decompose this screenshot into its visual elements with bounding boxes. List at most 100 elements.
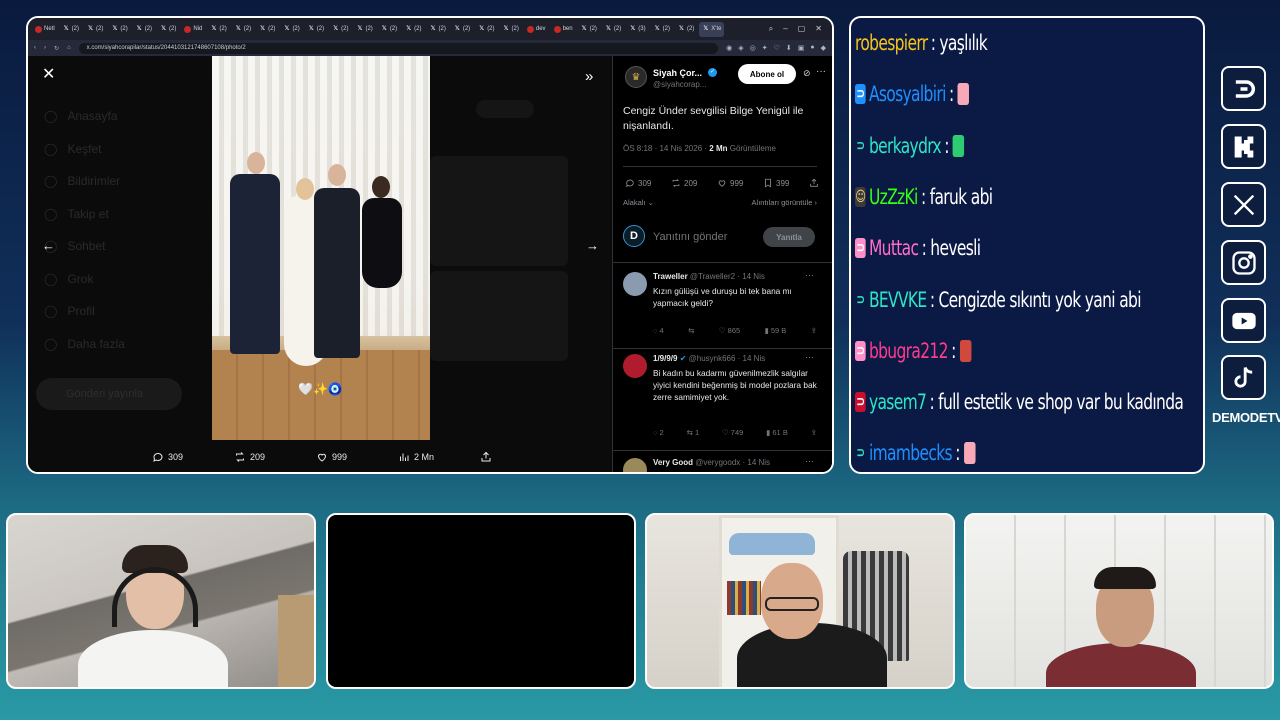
grok-icon[interactable]: ⊘ xyxy=(803,68,811,79)
tweet-views-label: Görüntüleme xyxy=(727,144,776,153)
like-action[interactable]: ♡ 749 xyxy=(722,428,743,437)
like-stat[interactable]: 999 xyxy=(717,178,743,188)
browser-tab[interactable]: 𝕏 (2) xyxy=(378,22,400,37)
profile-icon[interactable]: ● xyxy=(810,44,814,52)
browser-tab[interactable]: 𝕏 (2) xyxy=(353,22,375,37)
share-icon[interactable]: ⇪ xyxy=(811,428,817,437)
x-logo-icon: 𝕏 xyxy=(479,25,485,32)
repost-stat[interactable]: 209 xyxy=(671,178,697,188)
maximize-icon[interactable]: ▢ xyxy=(798,24,806,34)
browser-tab[interactable]: 𝕏 (2) xyxy=(578,22,600,37)
author-avatar[interactable]: ♛ xyxy=(625,66,647,88)
browser-tab[interactable]: 𝕏 (2) xyxy=(256,22,278,37)
reply-item[interactable]: Traweller @Traweller2 · 14 Nis ··· Kızın… xyxy=(623,270,819,344)
extension-icon[interactable]: ▣ xyxy=(798,44,805,52)
browser-tab[interactable]: 𝕏 (2) xyxy=(402,22,424,37)
relevance-dropdown[interactable]: Alakalı ⌄ xyxy=(623,198,654,207)
like-action[interactable]: 999 xyxy=(316,451,347,463)
repost-action[interactable]: ⇆ xyxy=(688,326,694,335)
browser-tab[interactable]: 𝕏 (2) xyxy=(475,22,497,37)
user-avatar-icon: ☺ xyxy=(855,186,866,207)
browser-tab[interactable]: 𝕏 (2) xyxy=(60,22,82,37)
next-photo-arrow-icon[interactable]: → xyxy=(586,238,599,253)
browser-tab[interactable]: dev xyxy=(524,22,549,37)
reply-action[interactable]: 309 xyxy=(152,451,183,463)
browser-tab[interactable]: Nid xyxy=(181,22,205,37)
browser-tab[interactable]: Netl xyxy=(32,22,58,37)
browser-tab[interactable]: 𝕏 (2) xyxy=(280,22,302,37)
like-action[interactable]: ♡ 865 xyxy=(719,326,740,335)
reply-author-name[interactable]: 1/9/9/9 xyxy=(653,354,677,363)
extension-icon[interactable]: ◈ xyxy=(738,44,743,52)
reload-icon[interactable]: ↻ xyxy=(54,45,59,52)
reply-avatar[interactable] xyxy=(623,354,647,378)
browser-tab[interactable]: 𝕏 (2) xyxy=(329,22,351,37)
browser-tab[interactable]: 𝕏 (2) xyxy=(427,22,449,37)
reply-avatar[interactable] xyxy=(623,272,647,296)
browser-tab[interactable]: 𝕏 (2) xyxy=(232,22,254,37)
tweet-time: ÖS 8:18 · 14 Nis 2026 · xyxy=(623,144,710,153)
url-field[interactable]: x.com/siyahcorapilar/status/204410312174… xyxy=(78,42,719,54)
browser-tab[interactable]: 𝕏 (2) xyxy=(207,22,229,37)
ai-icon[interactable]: ◆ xyxy=(821,44,826,52)
browser-tab[interactable]: 𝕏 (2) xyxy=(500,22,522,37)
home-icon[interactable]: ⌂ xyxy=(67,45,71,51)
extension-icon[interactable]: ◉ xyxy=(726,44,732,52)
extension-icon[interactable]: ✦ xyxy=(762,44,768,52)
more-options-icon[interactable]: ··· xyxy=(805,270,814,280)
reply-button[interactable]: Yanıtla xyxy=(763,227,815,247)
reply-stat[interactable]: 309 xyxy=(625,178,651,188)
browser-tab[interactable]: 𝕏 (2) xyxy=(133,22,155,37)
chat-text: Cengizde sıkıntı yok yani abi xyxy=(938,287,1142,312)
reply-author-name[interactable]: Very Good xyxy=(653,458,693,467)
browser-tab[interactable]: 𝕏 (2) xyxy=(651,22,673,37)
reply-item[interactable]: Very Good @verygoodx · 14 Nis ··· xyxy=(623,456,819,472)
browser-tab[interactable]: 𝕏 (2) xyxy=(157,22,179,37)
close-icon[interactable]: ✕ xyxy=(42,67,56,83)
browser-tab[interactable]: 𝕏 (2) xyxy=(675,22,697,37)
subscribe-button[interactable]: Abone ol xyxy=(738,64,796,84)
more-options-icon[interactable]: ··· xyxy=(816,66,826,77)
close-window-icon[interactable]: ✕ xyxy=(815,24,822,34)
forward-icon[interactable]: › xyxy=(44,45,46,51)
reply-item[interactable]: 1/9/9/9 ✔ @husynk666 · 14 Nis ··· Bi kad… xyxy=(623,352,819,450)
search-tabs-icon[interactable]: ⌕ xyxy=(769,24,773,34)
more-options-icon[interactable]: ··· xyxy=(805,456,814,466)
downloads-icon[interactable]: ⬇ xyxy=(786,44,792,52)
reply-input[interactable] xyxy=(653,229,763,245)
browser-tab[interactable]: 𝕏 (2) xyxy=(305,22,327,37)
webcam-feed-4 xyxy=(964,513,1274,689)
browser-tab[interactable]: 𝕏 (3) xyxy=(626,22,648,37)
repost-action[interactable]: 209 xyxy=(234,451,265,463)
views-action[interactable]: ▮ 61 B xyxy=(766,428,788,437)
browser-tab[interactable]: 𝕏 (2) xyxy=(602,22,624,37)
reply-action[interactable]: ◌ 2 xyxy=(653,428,664,437)
share-action[interactable] xyxy=(480,451,492,463)
bookmark-icon[interactable]: ♡ xyxy=(774,44,780,52)
extension-icon[interactable]: ◎ xyxy=(750,44,756,52)
author-name[interactable]: Siyah Çor... xyxy=(653,68,702,78)
reply-action[interactable]: ◌ 4 xyxy=(653,326,664,335)
views-action[interactable]: 2 Mn xyxy=(398,451,434,463)
minimize-icon[interactable]: – xyxy=(783,24,787,34)
reply-author-name[interactable]: Traweller xyxy=(653,272,688,281)
back-icon[interactable]: ‹ xyxy=(34,45,36,51)
repost-action[interactable]: ⇆ 1 xyxy=(687,428,700,437)
share-stat[interactable] xyxy=(809,178,819,188)
x-logo-icon: 𝕏 xyxy=(308,25,314,32)
browser-tab[interactable]: ben xyxy=(551,22,576,37)
browser-tab[interactable]: 𝕏 (2) xyxy=(84,22,106,37)
author-handle[interactable]: @siyahcorap... xyxy=(653,80,706,89)
previous-photo-arrow-icon[interactable]: ← xyxy=(42,238,55,253)
reply-avatar[interactable] xyxy=(623,458,647,472)
collapse-panel-icon[interactable]: » xyxy=(585,68,593,85)
share-icon[interactable]: ⇪ xyxy=(811,326,817,335)
more-options-icon[interactable]: ··· xyxy=(805,352,814,362)
browser-tab[interactable]: 𝕏 (2) xyxy=(451,22,473,37)
views-action[interactable]: ▮ 59 B xyxy=(765,326,787,335)
browser-tab[interactable]: 𝕏 (2) xyxy=(108,22,130,37)
browser-tab[interactable]: 𝕏 X'te xyxy=(699,21,725,37)
x-logo-icon: 𝕏 xyxy=(211,25,217,32)
bookmark-stat[interactable]: 399 xyxy=(763,178,789,188)
view-quotes-link[interactable]: Alıntıları görüntüle › xyxy=(752,198,817,207)
